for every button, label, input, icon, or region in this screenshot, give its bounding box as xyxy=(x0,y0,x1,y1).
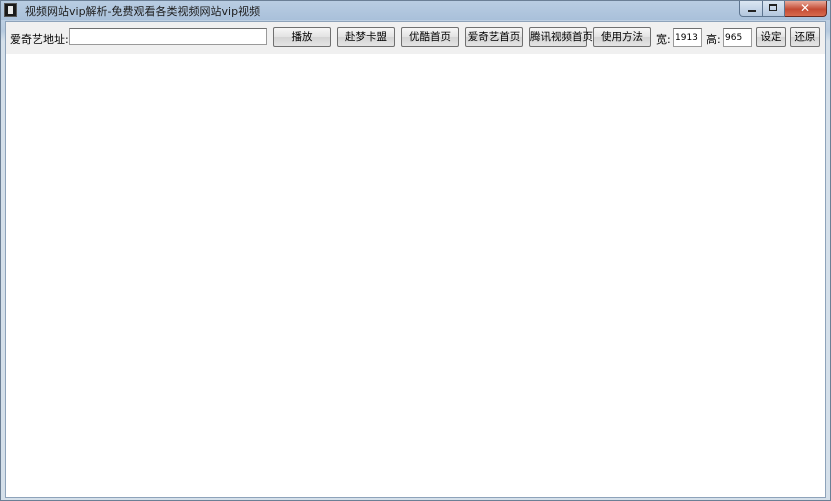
maximize-button[interactable] xyxy=(763,1,785,17)
close-button[interactable]: ✕ xyxy=(785,1,827,17)
maximize-icon xyxy=(769,4,777,11)
fumeng-button[interactable]: 赴梦卡盟 xyxy=(337,27,395,47)
play-button[interactable]: 播放 xyxy=(273,27,331,47)
restore-button[interactable]: 还原 xyxy=(790,27,820,47)
iqiyi-home-button[interactable]: 爱奇艺首页 xyxy=(465,27,523,47)
tencent-home-button[interactable]: 腾讯视频首页 xyxy=(529,27,593,47)
height-input[interactable] xyxy=(723,28,752,47)
minimize-button[interactable] xyxy=(739,1,763,17)
url-input[interactable] xyxy=(69,28,267,45)
browser-content[interactable] xyxy=(6,54,825,497)
caption-buttons: ✕ xyxy=(739,1,827,18)
height-label: 高: xyxy=(706,33,721,46)
title-bar[interactable]: 视频网站vip解析-免费观看各类视频网站vip视频 ✕ xyxy=(1,1,830,20)
set-button[interactable]: 设定 xyxy=(756,27,786,47)
width-label: 宽: xyxy=(656,33,671,46)
url-label: 爱奇艺地址: xyxy=(10,33,69,46)
app-icon[interactable] xyxy=(4,3,17,17)
window-title: 视频网站vip解析-免费观看各类视频网站vip视频 xyxy=(25,5,261,18)
youku-home-button[interactable]: 优酷首页 xyxy=(401,27,459,47)
toolbar: 爱奇艺地址: 播放 赴梦卡盟 优酷首页 爱奇艺首页 腾讯视频首页 使用方法 宽:… xyxy=(6,22,825,54)
client-area: 爱奇艺地址: 播放 赴梦卡盟 优酷首页 爱奇艺首页 腾讯视频首页 使用方法 宽:… xyxy=(5,21,826,498)
width-input[interactable] xyxy=(673,28,702,47)
help-button[interactable]: 使用方法 xyxy=(593,27,651,47)
main-window: 视频网站vip解析-免费观看各类视频网站vip视频 ✕ 爱奇艺地址: 播放 赴梦… xyxy=(0,0,831,501)
minimize-icon xyxy=(748,10,756,12)
close-icon: ✕ xyxy=(800,1,811,15)
